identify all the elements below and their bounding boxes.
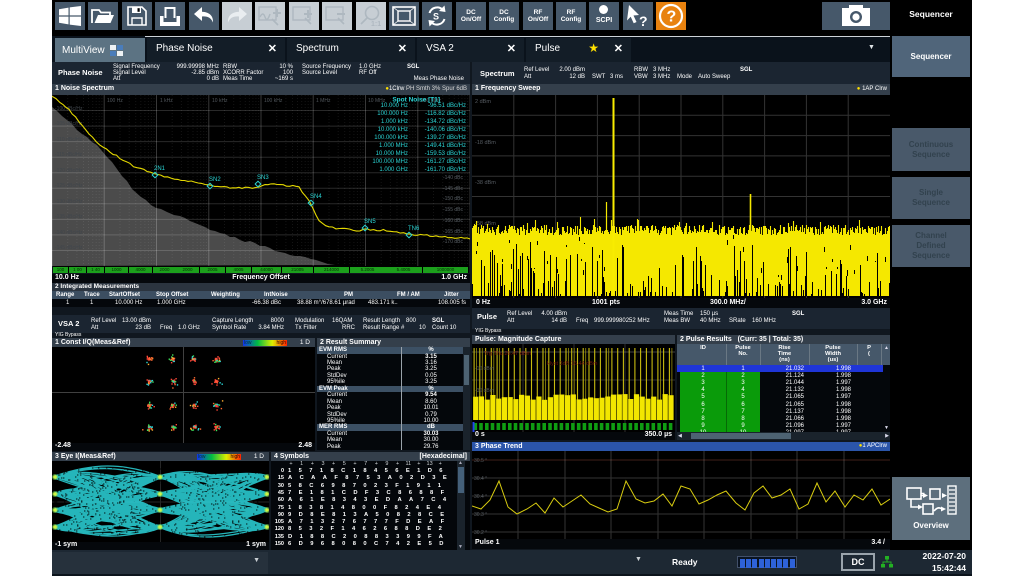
svg-text:1 kHz: 1 kHz — [160, 98, 173, 104]
svg-text:Trg Thu 26.47 dBm: Trg Thu 26.47 dBm — [484, 351, 531, 357]
svg-text:-18 dBm: -18 dBm — [475, 140, 496, 146]
svg-text:1.000 GHz: 1.000 GHz — [379, 167, 408, 173]
svg-text:30.4 °: 30.4 ° — [474, 494, 487, 500]
svg-text:10.000 kHz: 10.000 kHz — [378, 127, 408, 133]
svg-text:-150 dBc: -150 dBc — [443, 196, 464, 202]
svg-text:30.2 °: 30.2 ° — [474, 530, 487, 536]
svg-text:-134.72 dBc/Hz: -134.72 dBc/Hz — [425, 119, 466, 125]
svg-text:-140 dBc/Hz: -140 dBc/Hz — [55, 230, 83, 236]
svg-text:-161.27 dBc/Hz: -161.27 dBc/Hz — [425, 159, 466, 165]
svg-text:100 Hz: 100 Hz — [107, 98, 123, 104]
svg-text:-30 dBm: -30 dBm — [475, 388, 494, 394]
svg-text:1.000 kHz: 1.000 kHz — [381, 119, 408, 125]
svg-text:-140 dBc: -140 dBc — [443, 175, 464, 181]
svg-text:Hyst 3dB 16.44 dBm: Hyst 3dB 16.44 dBm — [547, 361, 598, 367]
svg-text:100.000 kHz: 100.000 kHz — [374, 135, 408, 141]
svg-text:-160 dBc: -160 dBc — [443, 218, 464, 224]
svg-text:-159.53 dBc/Hz: -159.53 dBc/Hz — [425, 151, 466, 157]
svg-text:-170 dBc: -170 dBc — [443, 239, 464, 245]
svg-text:S: S — [433, 12, 439, 22]
svg-text:-145 dBc/Hz: -145 dBc/Hz — [55, 245, 83, 251]
svg-text:-96.51 dBc/Hz: -96.51 dBc/Hz — [428, 103, 466, 109]
svg-text:SN3: SN3 — [257, 175, 269, 181]
svg-text:-125 dBc/Hz: -125 dBc/Hz — [55, 183, 83, 189]
svg-text:SN2: SN2 — [209, 177, 221, 183]
svg-text:TN6: TN6 — [408, 226, 420, 232]
svg-text:-116.82 dBc/Hz: -116.82 dBc/Hz — [425, 111, 466, 117]
svg-text:2 dBm: 2 dBm — [475, 99, 491, 105]
svg-text:2N1: 2N1 — [154, 166, 166, 172]
svg-text:-135 dBc/Hz: -135 dBc/Hz — [55, 214, 83, 220]
svg-text:-161.70 dBc/Hz: -161.70 dBc/Hz — [425, 167, 466, 173]
svg-text:-38 dBm: -38 dBm — [475, 180, 496, 186]
svg-text:-145 dBc: -145 dBc — [443, 186, 464, 192]
svg-text:?: ? — [667, 9, 677, 26]
svg-text:-58 dBm: -58 dBm — [475, 221, 496, 227]
svg-text:SN5: SN5 — [364, 219, 376, 225]
svg-text:SN4: SN4 — [310, 194, 322, 200]
svg-text:-110 dBc/Hz: -110 dBc/Hz — [55, 137, 83, 143]
svg-text:-10 dBm: -10 dBm — [475, 366, 494, 372]
svg-text:-140.06 dBc/Hz: -140.06 dBc/Hz — [425, 127, 466, 133]
svg-text:-120 dBc/Hz: -120 dBc/Hz — [55, 168, 83, 174]
svg-text:30.5 °: 30.5 ° — [474, 458, 487, 464]
svg-text:100.000 MHz: 100.000 MHz — [372, 159, 408, 165]
svg-text:10.000 MHz: 10.000 MHz — [376, 151, 408, 157]
svg-text:?: ? — [639, 13, 648, 28]
svg-text:10 kHz: 10 kHz — [212, 98, 228, 104]
svg-text:1.000 MHz: 1.000 MHz — [379, 143, 408, 149]
svg-text:30.4 °: 30.4 ° — [474, 476, 487, 482]
svg-text:-115 dBc/Hz: -115 dBc/Hz — [55, 152, 83, 158]
svg-text:10.000 Hz: 10.000 Hz — [381, 103, 408, 109]
svg-text:1:1: 1:1 — [371, 21, 381, 27]
svg-text:30.3 °: 30.3 ° — [474, 512, 487, 518]
svg-text:-155 dBc: -155 dBc — [443, 207, 464, 213]
svg-text:-165 dBc: -165 dBc — [443, 229, 464, 235]
svg-text:1 MHz: 1 MHz — [316, 98, 331, 104]
svg-text:100 kHz: 100 kHz — [264, 98, 283, 104]
svg-text:-149.41 dBc/Hz: -149.41 dBc/Hz — [425, 143, 466, 149]
svg-text:-130 dBc/Hz: -130 dBc/Hz — [55, 199, 83, 205]
svg-text:-139.27 dBc/Hz: -139.27 dBc/Hz — [425, 135, 466, 141]
svg-text:100.000 Hz: 100.000 Hz — [377, 111, 408, 117]
